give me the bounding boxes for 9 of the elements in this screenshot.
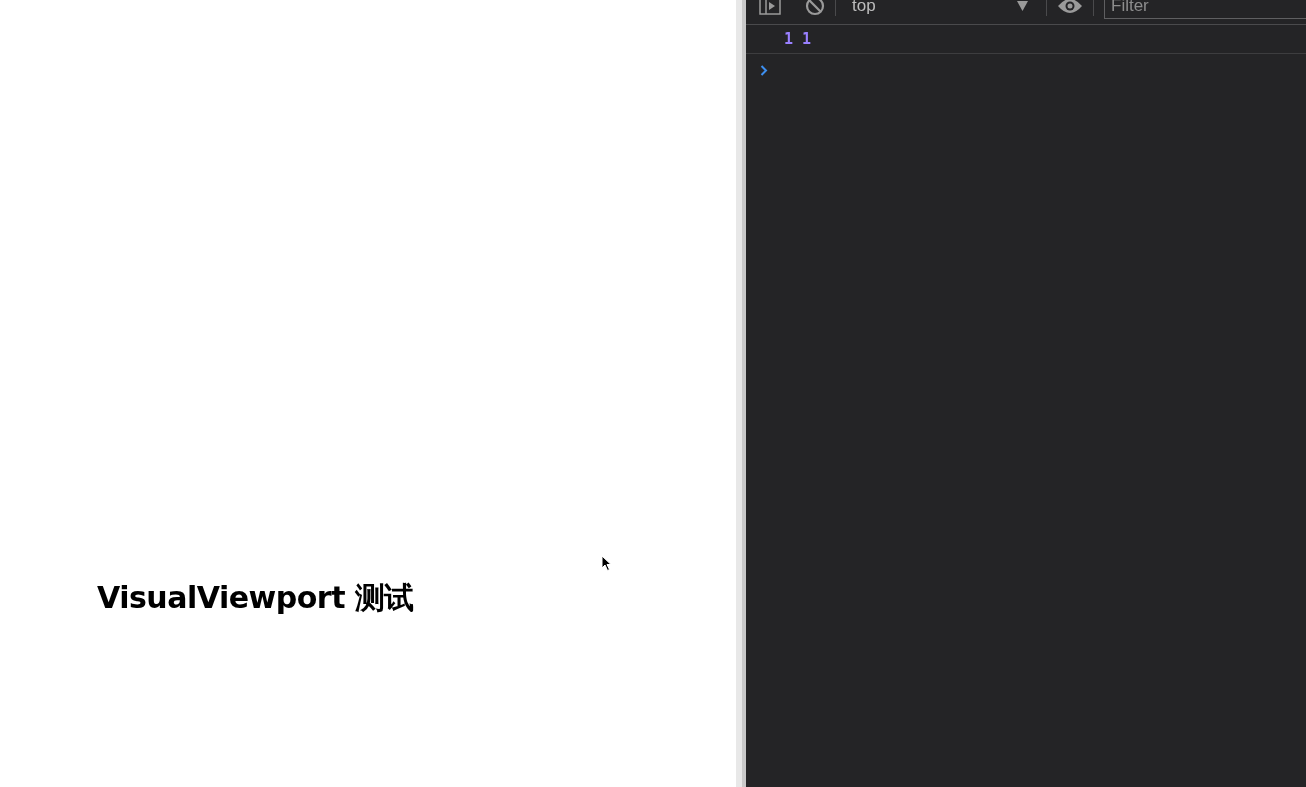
clear-console-icon[interactable] xyxy=(805,0,825,16)
eye-icon[interactable] xyxy=(1057,0,1083,14)
sidebar-toggle-icon[interactable] xyxy=(759,0,781,15)
dropdown-arrow-icon xyxy=(1017,1,1028,11)
prompt-chevron-icon xyxy=(760,65,768,76)
page-heading: VisualViewport 测试 xyxy=(97,579,414,617)
context-dropdown[interactable]: top xyxy=(846,0,1036,17)
console-output: 1 1 xyxy=(784,30,812,48)
mouse-cursor-icon xyxy=(601,555,612,572)
